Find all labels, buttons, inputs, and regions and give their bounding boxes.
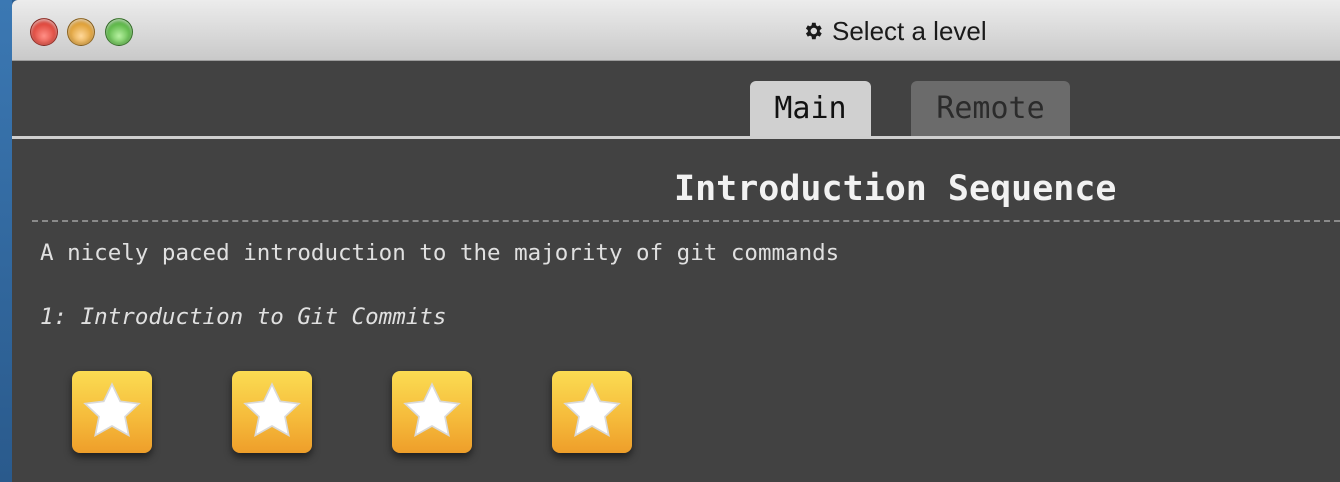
star-icon	[243, 382, 301, 438]
level-button-2[interactable]	[232, 371, 312, 453]
minimize-window-button[interactable]	[67, 18, 95, 46]
maximize-window-button[interactable]	[105, 18, 133, 46]
sequence-panel: Introduction Sequence A nicely paced int…	[12, 139, 1340, 482]
gear-icon	[805, 22, 822, 40]
tab-remote[interactable]: Remote	[911, 81, 1070, 136]
level-button-3[interactable]	[392, 371, 472, 453]
close-window-button[interactable]	[30, 18, 58, 46]
title-bar[interactable]: Select a level	[12, 0, 1340, 61]
star-icon	[83, 382, 141, 438]
level-select-window: Select a level Main Remote Introduction …	[12, 0, 1340, 482]
level-button-4[interactable]	[552, 371, 632, 453]
star-icon	[403, 382, 461, 438]
tab-bar: Main Remote	[12, 61, 1340, 139]
level-icon-list	[72, 371, 672, 453]
sequence-description: A nicely paced introduction to the major…	[40, 240, 840, 266]
sequence-title: Introduction Sequence	[674, 169, 1117, 209]
title-divider	[32, 220, 1340, 222]
star-icon	[563, 382, 621, 438]
desktop-background	[0, 0, 12, 482]
level-button-1[interactable]	[72, 371, 152, 453]
window-title: Select a level	[802, 16, 987, 46]
tab-main[interactable]: Main	[750, 81, 871, 136]
current-level-name: 1: Introduction to Git Commits	[40, 304, 447, 330]
window-title-text: Select a level	[832, 15, 987, 46]
